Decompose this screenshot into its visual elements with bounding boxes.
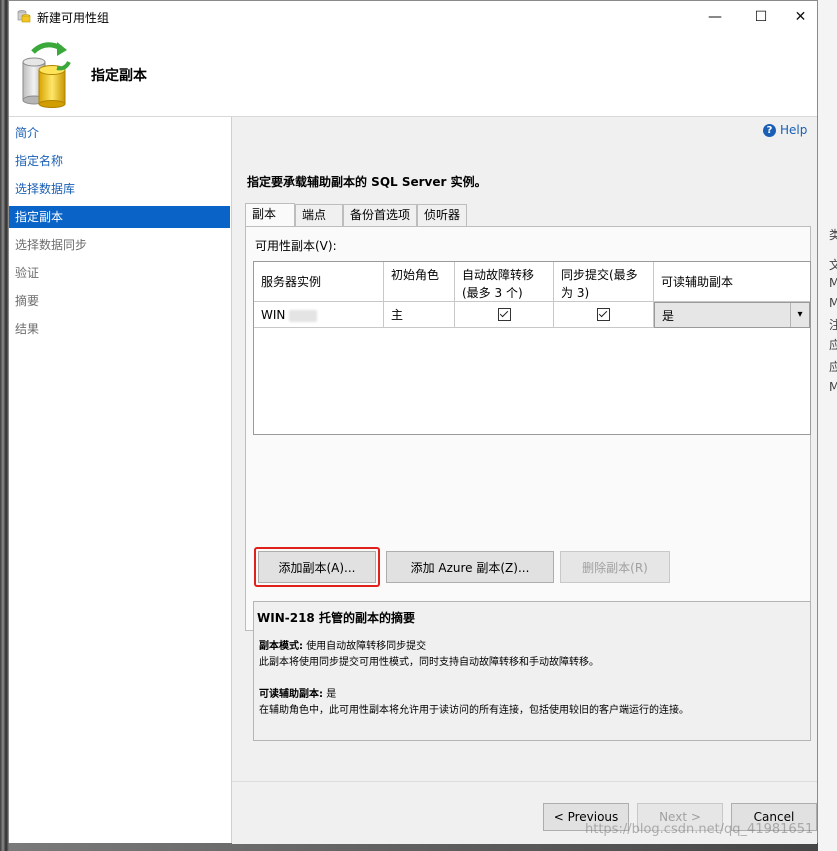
close-button[interactable]: ✕ <box>784 1 817 32</box>
column-header-readable-secondary: 可读辅助副本 <box>654 262 810 302</box>
availability-group-icon <box>22 42 71 108</box>
background-text: M <box>829 276 837 290</box>
sidebar-item-specify-replicas[interactable]: 指定副本 <box>9 206 230 228</box>
close-icon: ✕ <box>794 8 807 25</box>
maximize-icon: ☐ <box>754 8 768 25</box>
background-window-strip: 类 文 M M 注 应 应 M <box>818 0 837 851</box>
wizard-sidebar: 简介 指定名称 选择数据库 指定副本 选择数据同步 验证 摘要 结果 <box>9 117 232 843</box>
background-text: M <box>829 380 837 394</box>
help-label: Help <box>780 123 808 137</box>
help-link[interactable]: ? Help <box>763 123 807 137</box>
background-text: 应 <box>829 338 837 352</box>
minimize-button[interactable]: — <box>692 1 738 32</box>
tab-listener[interactable]: 侦听器 <box>417 204 467 226</box>
tab-endpoints[interactable]: 端点 <box>295 204 343 226</box>
sidebar-item-summary: 摘要 <box>15 294 40 308</box>
add-azure-replica-button[interactable]: 添加 Azure 副本(Z)... <box>386 551 554 583</box>
background-text: 文 <box>829 258 837 272</box>
summary-readable-line: 可读辅助副本: 是 <box>259 685 336 700</box>
replicas-tab-panel: 可用性副本(V): 服务器实例 初始角色 自动故障转移(最多 3 个) 同步提交… <box>245 226 811 741</box>
summary-mode-value: 使用自动故障转移同步提交 <box>306 641 427 652</box>
summary-mode-line: 副本模式: 使用自动故障转移同步提交 <box>259 637 426 652</box>
help-icon: ? <box>763 123 776 137</box>
auto-failover-checkbox[interactable] <box>497 308 511 321</box>
column-header-sync-commit: 同步提交(最多为 3) <box>554 262 654 302</box>
sidebar-item-specify-name[interactable]: 指定名称 <box>9 150 230 172</box>
database-app-icon <box>17 10 31 23</box>
table-cell-role: 主 <box>384 302 455 328</box>
column-header-server: 服务器实例 <box>254 262 384 302</box>
column-header-role: 初始角色 <box>384 262 455 302</box>
replica-summary: WIN-218 托管的副本的摘要 副本模式: 使用自动故障转移同步提交 此副本将… <box>253 601 811 741</box>
background-text: 类 <box>829 228 837 242</box>
title-bar: 新建可用性组 — ☐ ✕ <box>9 1 817 32</box>
redacted-text <box>289 309 318 322</box>
watermark-text: https://blog.csdn.net/qq_41981651 <box>585 822 814 837</box>
summary-readable-value: 是 <box>326 689 337 700</box>
page-header: 指定副本 <box>9 32 817 117</box>
main-content: ? Help 指定要承载辅助副本的 SQL Server 实例。 副本 端点 备… <box>232 117 817 781</box>
chevron-down-icon: ▾ <box>790 303 809 327</box>
new-availability-group-dialog: 新建可用性组 — ☐ ✕ 指定副本 简介 指定名称 选择数据库 指定副本 选择数… <box>8 0 818 844</box>
server-instance-name: WIN <box>261 308 286 322</box>
sidebar-item-data-sync: 选择数据同步 <box>15 238 88 252</box>
table-cell-auto-failover[interactable] <box>455 302 554 328</box>
summary-mode-label: 副本模式: <box>259 641 303 652</box>
remove-replica-button: 删除副本(R) <box>560 551 670 583</box>
background-text: 注 <box>829 318 837 332</box>
page-title: 指定副本 <box>91 68 147 84</box>
table-cell-sync-commit[interactable] <box>554 302 654 328</box>
availability-replicas-grid: 服务器实例 初始角色 自动故障转移(最多 3 个) 同步提交(最多为 3) 可读… <box>253 261 811 435</box>
background-text: M <box>829 296 837 310</box>
instruction-text: 指定要承载辅助副本的 SQL Server 实例。 <box>247 175 487 189</box>
table-cell-server[interactable]: WIN <box>254 302 384 328</box>
minimize-icon: — <box>708 8 722 25</box>
tab-backup-preferences[interactable]: 备份首选项 <box>343 204 417 226</box>
window-title: 新建可用性组 <box>37 11 110 25</box>
sidebar-item-select-databases[interactable]: 选择数据库 <box>9 178 230 200</box>
readable-secondary-dropdown[interactable]: 是 ▾ <box>654 302 810 328</box>
summary-readable-description: 在辅助角色中，此可用性副本将允许用于读访问的所有连接，包括使用较旧的客户端运行的… <box>259 705 689 716</box>
summary-title: WIN-218 托管的副本的摘要 <box>257 611 415 625</box>
column-header-auto-failover: 自动故障转移(最多 3 个) <box>455 262 554 302</box>
summary-mode-description: 此副本将使用同步提交可用性模式，同时支持自动故障转移和手动故障转移。 <box>259 657 599 668</box>
grid-label: 可用性副本(V): <box>255 239 337 253</box>
background-text: 应 <box>829 360 837 374</box>
add-replica-button[interactable]: 添加副本(A)... <box>258 551 376 583</box>
readable-secondary-value: 是 <box>662 309 675 323</box>
summary-readable-label: 可读辅助副本: <box>259 689 323 700</box>
sidebar-item-results: 结果 <box>15 322 40 336</box>
tab-replicas[interactable]: 副本 <box>245 203 295 226</box>
sidebar-item-introduction[interactable]: 简介 <box>9 122 230 144</box>
sidebar-item-validation: 验证 <box>15 266 40 280</box>
sync-commit-checkbox[interactable] <box>597 308 610 321</box>
maximize-button[interactable]: ☐ <box>738 1 784 32</box>
